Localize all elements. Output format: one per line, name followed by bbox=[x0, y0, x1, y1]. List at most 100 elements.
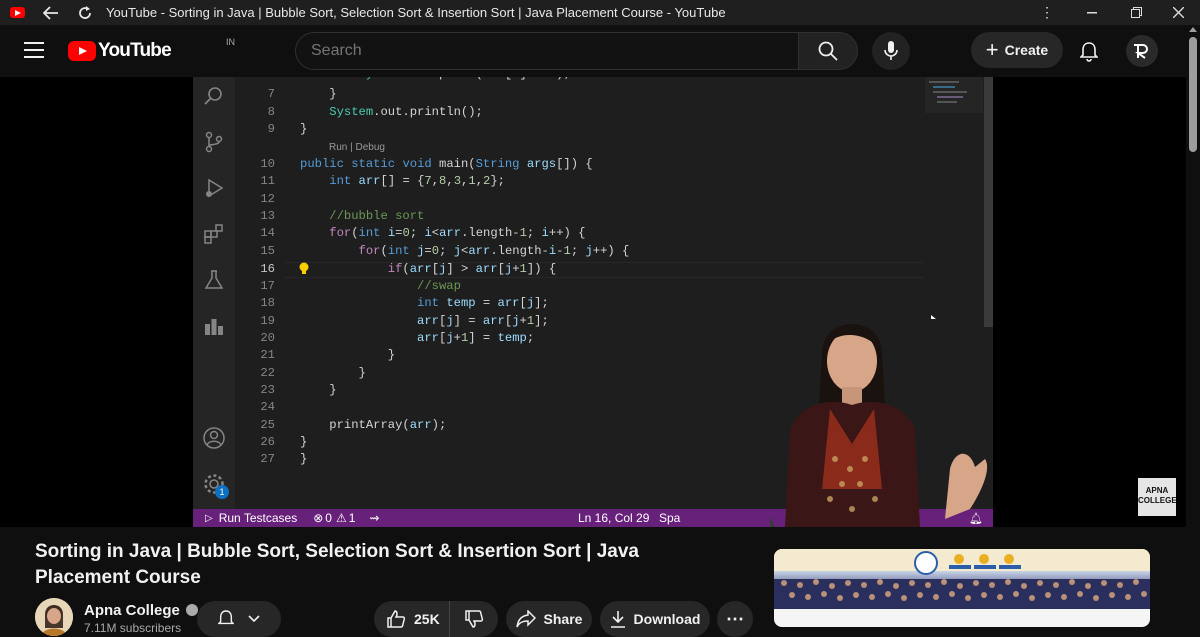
error-count: 0 bbox=[325, 511, 332, 525]
line-number: 7 bbox=[267, 87, 275, 101]
more-actions-button[interactable]: ⋯ bbox=[717, 601, 753, 637]
watermark-line1: APNA bbox=[1145, 486, 1169, 495]
error-icon: ⊗ bbox=[313, 511, 324, 525]
run-debug-codelens: Run | Debug bbox=[329, 142, 385, 153]
code-line: //swap bbox=[300, 279, 461, 293]
like-button[interactable]: 25K bbox=[374, 601, 450, 637]
editor-activity-bar: 1 bbox=[193, 77, 235, 509]
channel-name[interactable]: Apna College bbox=[84, 602, 198, 619]
search-icon bbox=[818, 41, 838, 61]
play-icon: ▷ bbox=[205, 512, 213, 524]
search-icon bbox=[201, 83, 227, 109]
reload-icon[interactable] bbox=[68, 0, 102, 25]
code-line: arr[j+1] = temp; bbox=[417, 331, 535, 345]
presenter-video bbox=[645, 309, 1000, 527]
run-debug-icon bbox=[201, 175, 227, 201]
warning-count: 1 bbox=[348, 511, 356, 525]
browser-titlebar: YouTube - Sorting in Java | Bubble Sort,… bbox=[0, 0, 1200, 25]
line-number: 20 bbox=[260, 331, 275, 345]
code-line: if(arr[j] > arr[j+1]) { bbox=[387, 262, 557, 276]
thumbs-up-icon bbox=[387, 610, 406, 628]
code-line: } bbox=[300, 452, 308, 466]
youtube-play-icon bbox=[68, 41, 96, 61]
code-line: } bbox=[300, 122, 308, 136]
line-number: 18 bbox=[260, 296, 275, 310]
youtube-masthead: YouTube IN + Create bbox=[0, 25, 1200, 77]
cursor-position: Ln 16, Col 29 bbox=[578, 511, 650, 525]
channel-avatar[interactable] bbox=[35, 598, 73, 636]
window-title: YouTube - Sorting in Java | Bubble Sort,… bbox=[106, 5, 726, 20]
code-line: System.out.print(arr[i]+" "); bbox=[300, 77, 571, 81]
line-number: 11 bbox=[260, 174, 275, 188]
like-dislike-group: 25K bbox=[374, 601, 498, 637]
video-player[interactable]: 1 Run | Debug 6 System.out.print(arr[i]+… bbox=[0, 77, 1186, 527]
source-control-icon bbox=[201, 129, 227, 155]
editor-scrollbar bbox=[984, 77, 993, 327]
search-button[interactable] bbox=[798, 32, 858, 70]
mouse-cursor bbox=[931, 315, 936, 319]
line-number: 26 bbox=[260, 435, 275, 449]
line-number: 19 bbox=[260, 314, 275, 328]
channel-name-text: Apna College bbox=[84, 602, 180, 619]
download-icon bbox=[610, 611, 625, 628]
code-line: public static void main(String args[]) { bbox=[300, 157, 593, 171]
more-horiz-icon: ⋯ bbox=[726, 608, 744, 629]
voice-search-button[interactable] bbox=[872, 32, 910, 70]
extensions-icon bbox=[201, 221, 227, 247]
line-number: 9 bbox=[267, 122, 275, 136]
broadcast-icon: ⇝ bbox=[369, 511, 380, 525]
code-line: } bbox=[300, 87, 337, 101]
search-input[interactable] bbox=[295, 32, 799, 70]
youtube-logo[interactable]: YouTube IN bbox=[68, 37, 235, 62]
chart-icon bbox=[201, 313, 227, 339]
line-number: 23 bbox=[260, 383, 275, 397]
avatar-logo-icon bbox=[1134, 44, 1148, 59]
share-button[interactable]: Share bbox=[506, 601, 592, 637]
testing-flask-icon bbox=[201, 267, 227, 293]
minimap bbox=[925, 77, 983, 113]
create-label: Create bbox=[1004, 42, 1049, 58]
subscribed-notifications-button[interactable] bbox=[197, 601, 281, 637]
dislike-button[interactable] bbox=[450, 601, 498, 637]
thumbs-down-icon bbox=[465, 610, 484, 628]
code-line: } bbox=[300, 383, 337, 397]
bell-icon bbox=[218, 610, 234, 625]
download-label: Download bbox=[633, 611, 701, 627]
chevron-down-icon bbox=[248, 615, 260, 623]
more-vert-icon[interactable]: ⋮ bbox=[1025, 0, 1069, 25]
line-number: 15 bbox=[260, 244, 275, 258]
code-line: System.out.println(); bbox=[329, 105, 483, 119]
share-icon bbox=[515, 610, 536, 628]
line-number: 22 bbox=[260, 366, 275, 380]
menu-icon[interactable] bbox=[24, 42, 44, 58]
scrollbar-thumb[interactable] bbox=[1189, 37, 1197, 152]
line-number: 13 bbox=[260, 209, 275, 223]
line-number: 10 bbox=[260, 157, 275, 171]
restore-button[interactable] bbox=[1114, 0, 1158, 25]
share-label: Share bbox=[543, 611, 583, 627]
channel-watermark: APNA COLLEGE bbox=[1138, 478, 1177, 516]
back-arrow-icon[interactable] bbox=[34, 0, 68, 25]
close-button[interactable] bbox=[1156, 0, 1200, 25]
code-line: for(int i=0; i<arr.length-1; i++) { bbox=[329, 226, 586, 240]
download-button[interactable]: Download bbox=[600, 601, 710, 637]
line-number: 12 bbox=[260, 192, 275, 206]
promo-banner[interactable] bbox=[774, 549, 1150, 627]
like-count: 25K bbox=[414, 611, 440, 627]
verified-icon bbox=[185, 604, 198, 616]
notifications-button[interactable] bbox=[1072, 35, 1106, 69]
video-title: Sorting in Java | Bubble Sort, Selection… bbox=[35, 541, 639, 588]
settings-badge: 1 bbox=[215, 485, 229, 499]
line-number: 27 bbox=[260, 452, 275, 466]
line-number: 8 bbox=[267, 105, 275, 119]
line-number: 25 bbox=[260, 418, 275, 432]
plus-icon: + bbox=[985, 37, 999, 62]
minimize-button[interactable] bbox=[1070, 0, 1114, 25]
watermark-line2: COLLEGE bbox=[1138, 496, 1177, 505]
run-testcases-label: Run Testcases bbox=[218, 511, 298, 525]
page-scrollbar[interactable] bbox=[1186, 25, 1200, 627]
account-avatar[interactable] bbox=[1126, 35, 1158, 67]
create-button[interactable]: + Create bbox=[971, 32, 1063, 68]
indentation-status: Spa bbox=[659, 511, 681, 525]
warning-icon: ⚠ bbox=[335, 511, 347, 525]
